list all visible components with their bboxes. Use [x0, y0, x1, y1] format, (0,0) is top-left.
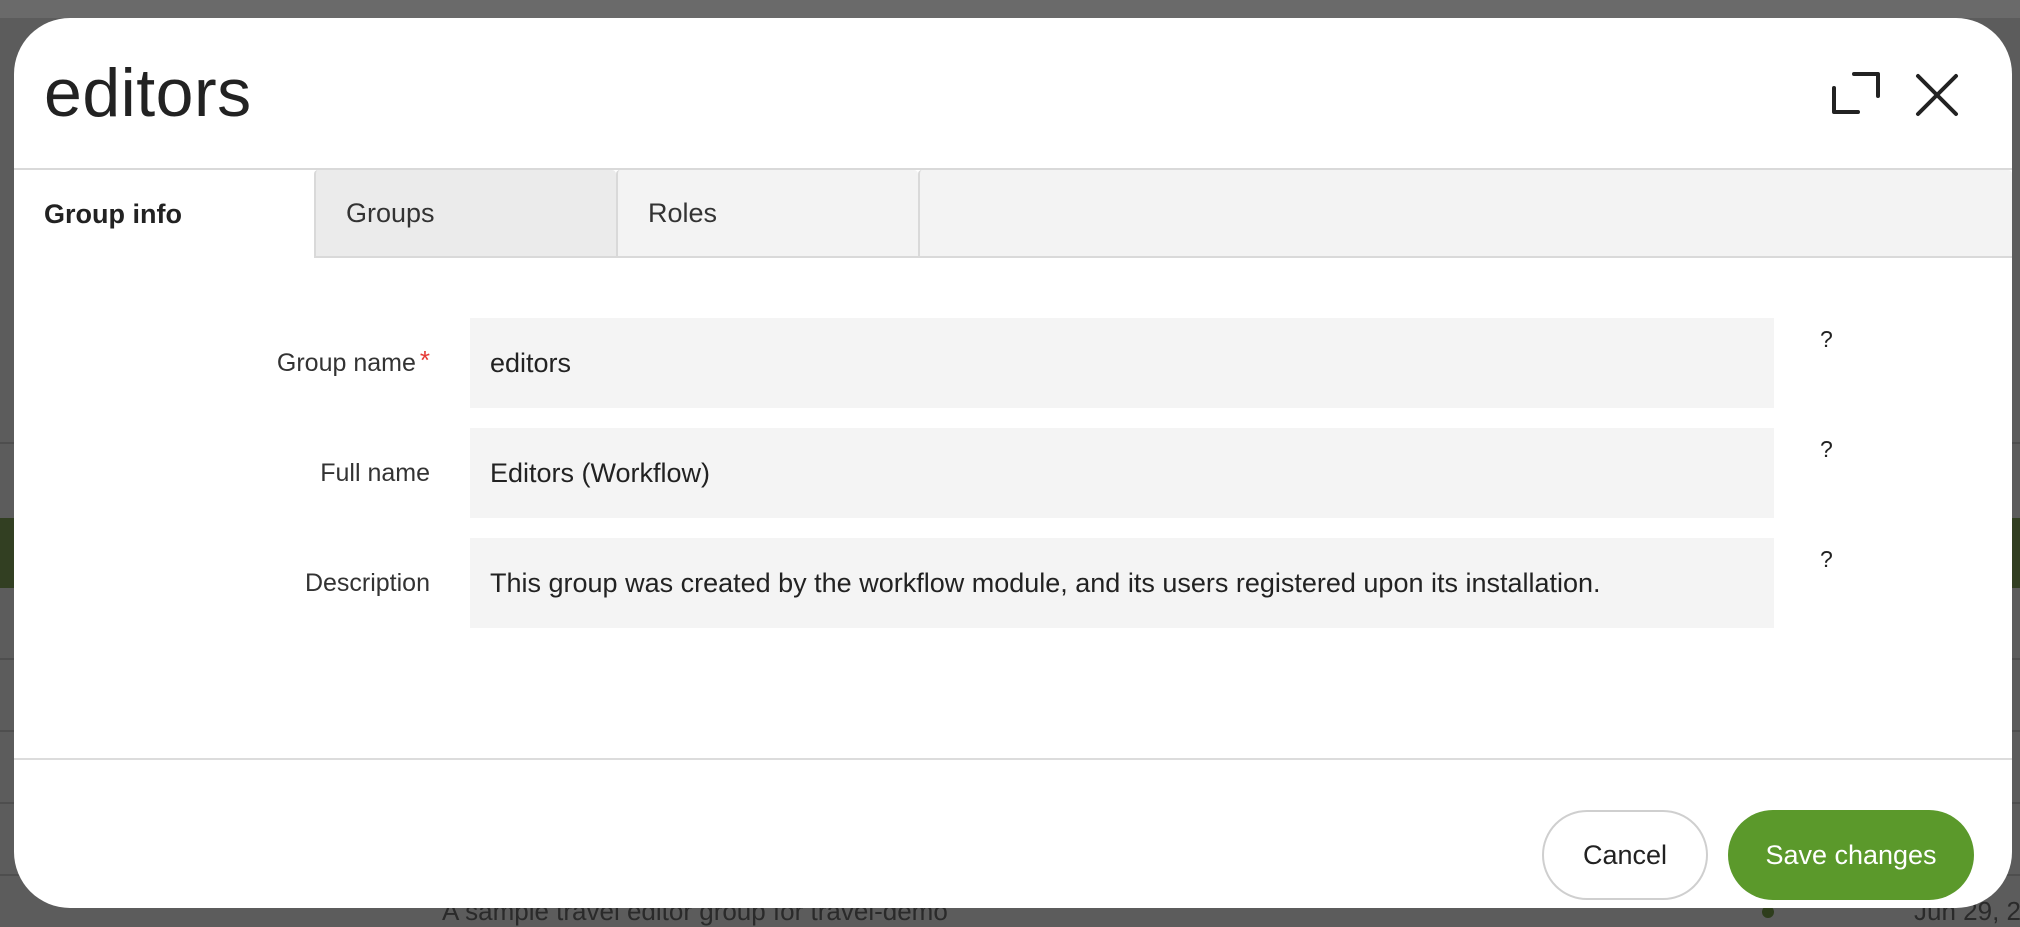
- save-changes-button[interactable]: Save changes: [1728, 810, 1974, 900]
- cancel-button[interactable]: Cancel: [1542, 810, 1708, 900]
- close-button[interactable]: [1908, 66, 1968, 126]
- full-name-label-text: Full name: [320, 458, 430, 487]
- group-name-row: Group name * ?: [14, 318, 2012, 408]
- dialog-title: editors: [44, 55, 252, 131]
- expand-icon: [1832, 72, 1880, 114]
- description-help-icon[interactable]: ?: [1820, 546, 1833, 573]
- full-name-help-icon[interactable]: ?: [1820, 436, 1833, 463]
- dialog-header: editors: [14, 18, 2012, 168]
- tab-groups[interactable]: Groups: [314, 170, 616, 258]
- close-icon: [1916, 74, 1958, 116]
- group-name-help-icon[interactable]: ?: [1820, 326, 1833, 353]
- full-name-label: Full name: [320, 428, 430, 518]
- full-name-input[interactable]: [470, 428, 1774, 518]
- dialog-footer: Cancel Save changes: [14, 758, 2012, 908]
- description-label-text: Description: [304, 568, 430, 597]
- group-name-label: Group name *: [277, 318, 430, 408]
- backdrop-header: [0, 0, 2020, 18]
- full-name-row: Full name ?: [14, 428, 2012, 518]
- description-row: Description ?: [14, 538, 2012, 628]
- description-input[interactable]: [470, 538, 1774, 628]
- group-name-input[interactable]: [470, 318, 1774, 408]
- required-indicator: *: [419, 344, 430, 375]
- dialog-tabs: Group info Groups Roles: [14, 168, 2012, 262]
- group-name-label-text: Group name: [276, 348, 416, 377]
- tab-bar-filler: [918, 170, 2012, 258]
- edit-group-dialog: editors Group info Groups Roles Group na…: [14, 18, 2012, 908]
- tab-roles[interactable]: Roles: [616, 170, 918, 258]
- tab-group-info[interactable]: Group info: [14, 170, 314, 258]
- description-label: Description: [305, 538, 430, 628]
- expand-button[interactable]: [1826, 66, 1886, 126]
